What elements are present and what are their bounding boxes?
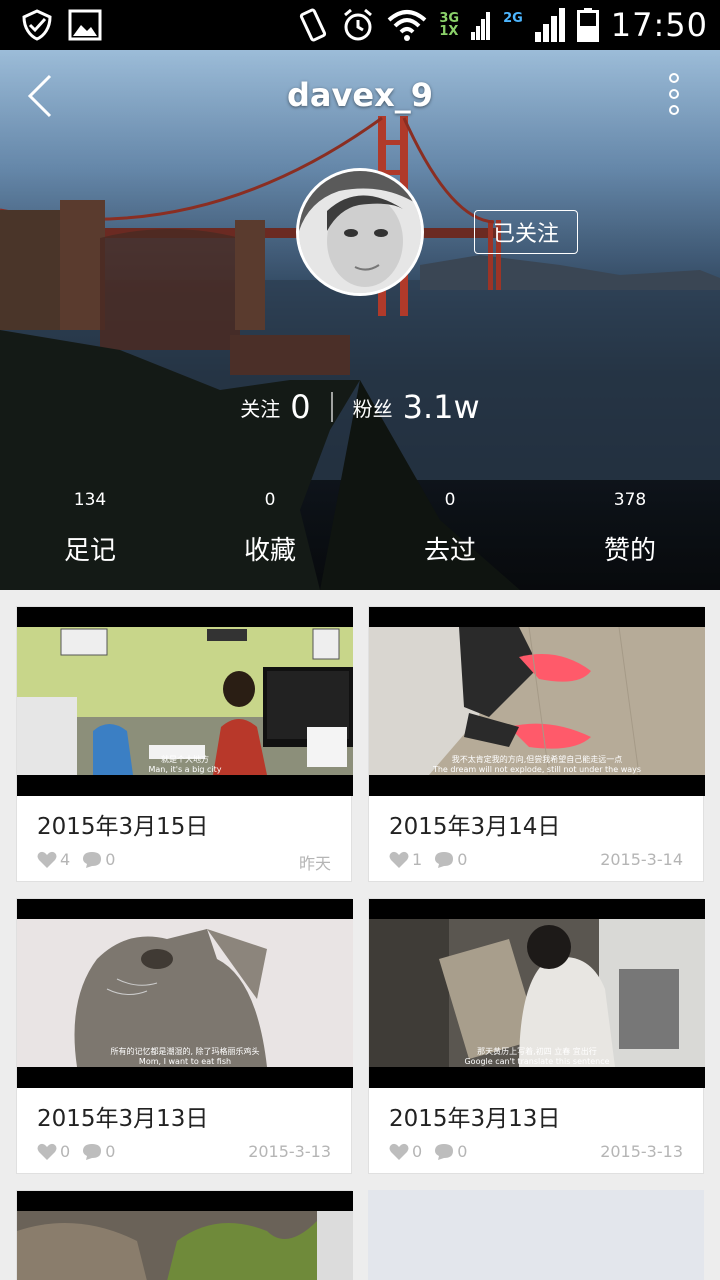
card-meta: 0 0 xyxy=(37,1142,127,1161)
tab-count: 0 xyxy=(264,490,276,510)
tab-label: 足记 xyxy=(63,536,116,566)
comment-icon[interactable] xyxy=(434,851,454,869)
tab-count: 0 xyxy=(444,490,456,510)
avatar-photo xyxy=(299,171,421,293)
status-bar: 3G 1X 2G 17:50 xyxy=(0,0,720,50)
profile-header: davex_9 已关注 关注 0 粉丝 3.1w 134 足记 0 收藏 0 去… xyxy=(0,50,720,590)
avatar[interactable] xyxy=(296,168,424,296)
heart-icon[interactable] xyxy=(389,1143,409,1161)
comment-count: 0 xyxy=(457,850,468,869)
comment-icon[interactable] xyxy=(82,1143,102,1161)
like-count: 0 xyxy=(60,1142,71,1161)
tab-count: 134 xyxy=(73,490,107,510)
tab-footprints[interactable]: 134 足记 xyxy=(0,490,180,567)
fans-count[interactable]: 3.1w xyxy=(403,388,480,426)
wifi-icon xyxy=(388,10,427,41)
card-title: 2015年3月13日 xyxy=(389,1106,561,1132)
footprint-card[interactable] xyxy=(16,1190,353,1280)
vibrate-icon xyxy=(300,8,327,42)
like-count: 0 xyxy=(412,1142,423,1161)
card-subtitle: 所有的记忆都是潮湿的, 除了玛格丽乐鸡头 Mom, I want to eat f… xyxy=(110,1047,260,1066)
card-thumbnail: 所有的记忆都是潮湿的, 除了玛格丽乐鸡头 Mom, I want to eat f… xyxy=(17,899,353,1088)
card-thumbnail: 那天黄历上写着,初四 立春 宜出行 Google can't translate … xyxy=(369,899,705,1088)
card-meta: 4 0 xyxy=(37,850,127,869)
like-count: 1 xyxy=(412,850,423,869)
footprint-card[interactable]: 那天黄历上写着,初四 立春 宜出行 Google can't translate … xyxy=(368,898,705,1174)
signal-icon xyxy=(471,12,491,40)
follow-stats: 关注 0 粉丝 3.1w xyxy=(0,388,720,426)
like-count: 4 xyxy=(60,850,71,869)
signal-icon-2 xyxy=(534,8,565,42)
card-date: 2015-3-13 xyxy=(600,1142,683,1161)
follow-status-button[interactable]: 已关注 xyxy=(474,210,578,254)
card-thumbnail: 我不太肯定我的方向,但尝我希望自己能走远一点 The dream will not… xyxy=(369,607,705,796)
card-subtitle: 那天黄历上写着,初四 立春 宜出行 Google can't translate … xyxy=(464,1047,610,1066)
card-date: 2015-3-13 xyxy=(248,1142,331,1161)
comment-count: 0 xyxy=(457,1142,468,1161)
stats-divider xyxy=(330,392,333,422)
alarm-icon xyxy=(344,8,373,41)
following-label: 关注 xyxy=(240,396,281,421)
heart-icon[interactable] xyxy=(389,851,409,869)
tab-count: 378 xyxy=(613,490,647,510)
network-indicator-1: 3G 1X xyxy=(439,11,460,39)
gallery-icon xyxy=(68,9,102,41)
comment-icon[interactable] xyxy=(434,1143,454,1161)
card-title: 2015年3月14日 xyxy=(389,814,561,840)
comment-count: 0 xyxy=(105,850,116,869)
comment-icon[interactable] xyxy=(82,851,102,869)
following-count[interactable]: 0 xyxy=(290,388,310,426)
card-meta: 1 0 xyxy=(389,850,479,869)
card-title: 2015年3月13日 xyxy=(37,1106,209,1132)
footprint-card[interactable]: 所有的记忆都是潮湿的, 除了玛格丽乐鸡头 Mom, I want to eat f… xyxy=(16,898,353,1174)
page-title: davex_9 xyxy=(287,76,433,114)
clock: 17:50 xyxy=(610,6,708,44)
fans-label: 粉丝 xyxy=(352,396,393,421)
tab-label: 收藏 xyxy=(243,536,296,566)
card-meta: 0 0 xyxy=(389,1142,479,1161)
battery-icon xyxy=(576,8,599,42)
card-date: 2015-3-14 xyxy=(600,850,683,869)
footprint-card-placeholder xyxy=(368,1190,704,1280)
tab-favorites[interactable]: 0 收藏 xyxy=(180,490,360,567)
tab-label: 去过 xyxy=(423,536,476,566)
network-indicator-2: 2G xyxy=(503,11,523,26)
tab-label: 赞的 xyxy=(603,536,656,566)
profile-tabs: 134 足记 0 收藏 0 去过 378 赞的 xyxy=(0,490,720,567)
card-subtitle: 我不太肯定我的方向,但尝我希望自己能走远一点 The dream will not… xyxy=(432,755,642,774)
card-title: 2015年3月15日 xyxy=(37,814,209,840)
security-shield-icon xyxy=(22,9,52,41)
comment-count: 0 xyxy=(105,1142,116,1161)
tab-liked[interactable]: 378 赞的 xyxy=(540,490,720,567)
heart-icon[interactable] xyxy=(37,851,57,869)
card-thumbnail: 就是个大地方 Man, it's a big city xyxy=(17,607,353,796)
tab-visited[interactable]: 0 去过 xyxy=(360,490,540,567)
card-subtitle: 就是个大地方 Man, it's a big city xyxy=(148,755,222,774)
card-date: 昨天 xyxy=(298,854,331,873)
footprint-card[interactable]: 就是个大地方 Man, it's a big city 2015年3月15日 4 … xyxy=(16,606,353,882)
more-options-icon[interactable] xyxy=(666,72,682,116)
card-thumbnail xyxy=(17,1191,353,1280)
footprint-card[interactable]: 我不太肯定我的方向,但尝我希望自己能走远一点 The dream will not… xyxy=(368,606,705,882)
heart-icon[interactable] xyxy=(37,1143,57,1161)
